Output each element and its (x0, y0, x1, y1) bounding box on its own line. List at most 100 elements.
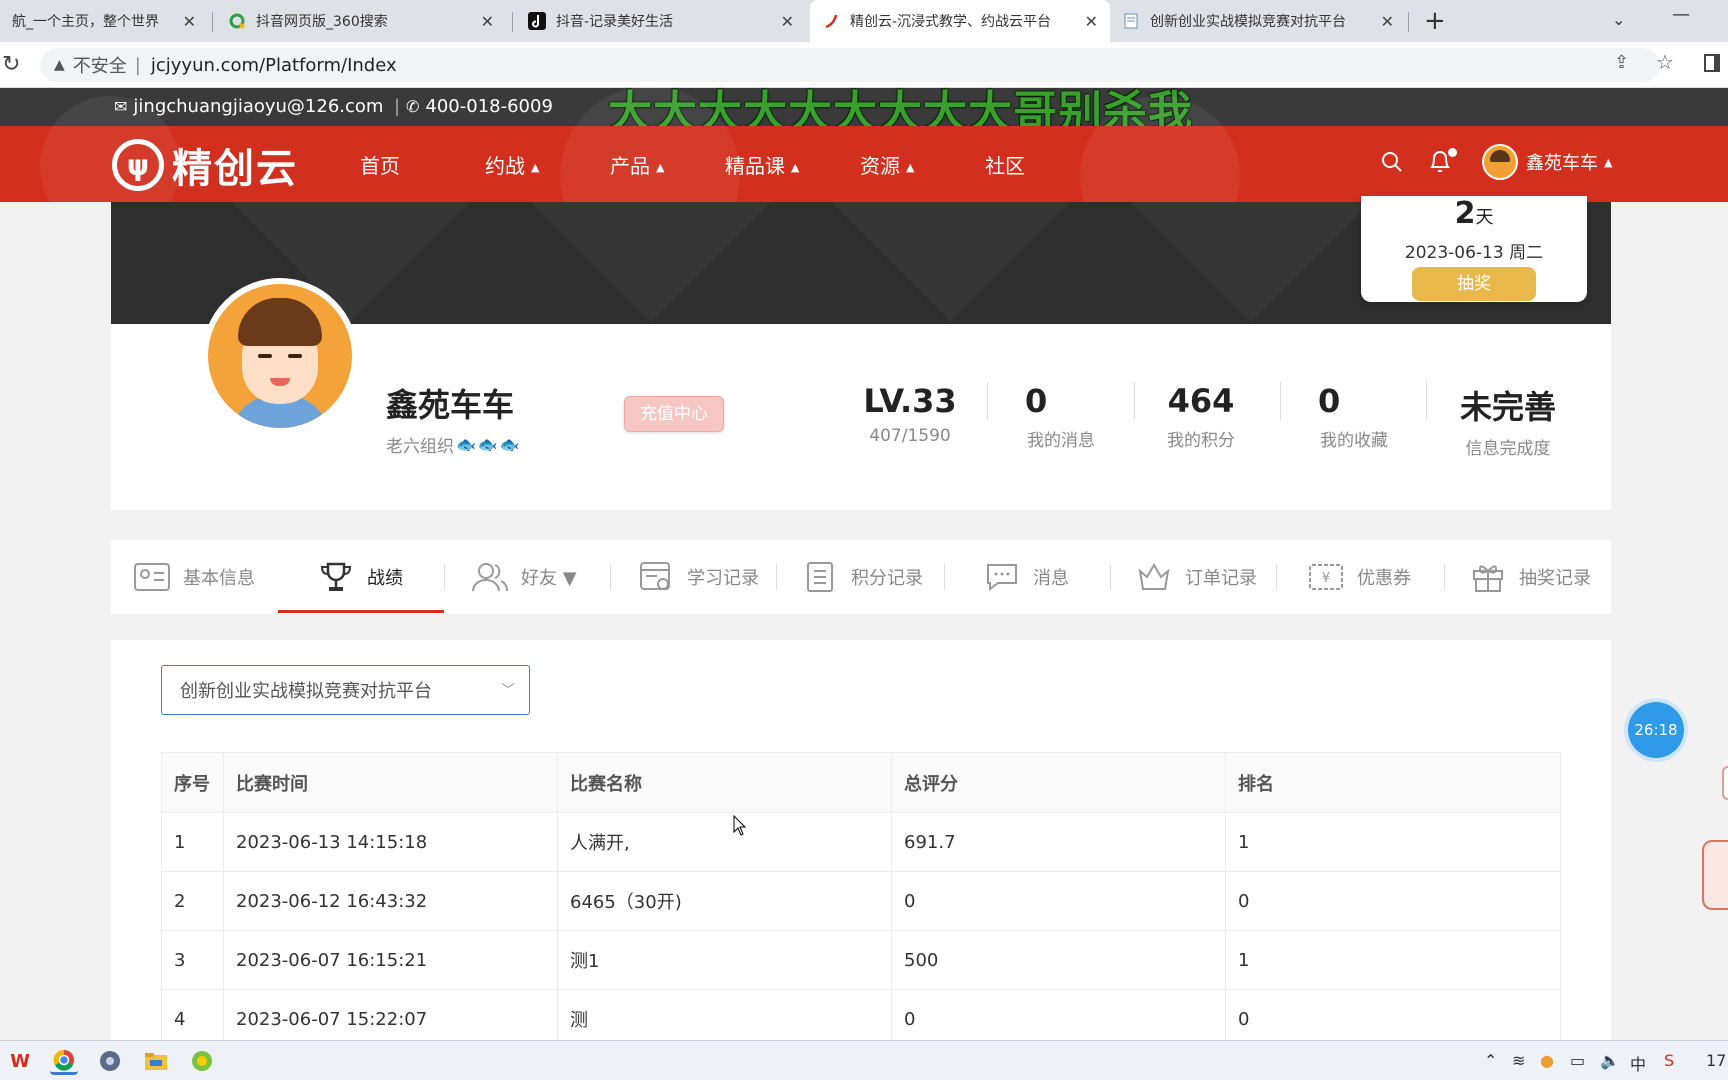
tab-search-dropdown-icon[interactable]: ⌄ (1612, 10, 1625, 29)
stat-divider (987, 382, 988, 420)
battery-icon[interactable]: ▭ (1570, 1051, 1585, 1070)
tab-coupons[interactable]: ¥ 优惠券 (1307, 540, 1411, 614)
chrome-icon[interactable] (50, 1047, 78, 1075)
input-method-icon[interactable]: 中 (1630, 1051, 1646, 1075)
table-header-row: 序号 比赛时间 比赛名称 总评分 排名 (161, 752, 1561, 813)
reload-icon[interactable]: ↻ (2, 52, 20, 77)
sogou-icon[interactable]: S (1664, 1051, 1674, 1070)
profile-avatar[interactable] (202, 278, 358, 434)
platform-select[interactable]: 创新创业实战模拟竞赛对抗平台 ﹀ (161, 665, 530, 715)
fish-badge-icon: 🐟 (477, 435, 498, 454)
banner-pattern (1131, 202, 1371, 322)
tab-lottery-record[interactable]: 抽奖记录 (1469, 540, 1591, 614)
tab-divider (212, 12, 213, 32)
fish-badge-icon: 🐟 (499, 435, 520, 454)
nav-home[interactable]: 首页 (360, 150, 400, 179)
table-row[interactable]: 3 2023-06-07 16:15:21 测1 500 1 (161, 930, 1561, 990)
browser-tab-2[interactable]: 抖音网页版_360搜索 ✕ (216, 0, 506, 42)
wifi-icon[interactable]: ≋ (1512, 1051, 1525, 1070)
caret-up-icon: ▲ (656, 161, 665, 174)
browser-tab-4[interactable]: 精创云-沉浸式教学、约战云平台 ✕ (810, 0, 1110, 42)
tab-battle-record[interactable]: 战绩 (317, 540, 403, 614)
tab-divider (1110, 564, 1111, 590)
tab-study-record[interactable]: 学习记录 (637, 540, 759, 614)
col-rank-header: 排名 (1225, 752, 1561, 813)
window-minimize-icon[interactable]: — (1672, 4, 1690, 25)
order-icon (1135, 560, 1173, 594)
tab-divider (1408, 12, 1409, 32)
search-360-icon (228, 12, 246, 30)
contact-separator: | (394, 96, 401, 117)
col-time-header: 比赛时间 (223, 752, 558, 813)
wps-icon[interactable]: W (6, 1047, 34, 1075)
nav-community[interactable]: 社区 (985, 150, 1025, 179)
tab-divider (1444, 564, 1445, 590)
close-tab-icon[interactable]: ✕ (1085, 12, 1098, 31)
site-logo[interactable]: ψ 精创云 (112, 136, 298, 194)
tab-friends[interactable]: 好友 ▼ (471, 540, 577, 614)
caret-up-icon: ▲ (791, 161, 800, 174)
nav-battle[interactable]: 约战 ▲ (485, 150, 539, 179)
sign-in-days: 2天 (1454, 196, 1494, 231)
media-player-icon[interactable] (96, 1047, 124, 1075)
close-tab-icon[interactable]: ✕ (183, 12, 196, 31)
close-tab-icon[interactable]: ✕ (1381, 12, 1394, 31)
bookmark-star-icon[interactable]: ☆ (1656, 50, 1674, 74)
share-icon[interactable]: ⇪ (1614, 52, 1629, 73)
stat-points[interactable]: 464 我的积分 (1131, 382, 1271, 451)
jingchuangyun-favicon (822, 12, 840, 30)
points-record-icon (801, 560, 839, 594)
stat-favorites[interactable]: 0 我的收藏 (1284, 382, 1424, 451)
douyin-icon (528, 12, 546, 30)
profile-tabs: 基本信息 战绩 好友 ▼ 学习记录 积分记录 消息 订单记录 ¥ 优惠券 抽奖记… (111, 540, 1611, 614)
stat-divider (1426, 382, 1427, 420)
friends-icon (471, 560, 509, 594)
table-row[interactable]: 1 2023-06-13 14:15:18 人满开, 691.7 1 (161, 812, 1561, 872)
stat-level: LV.33 407/1590 (863, 382, 957, 446)
nav-resources[interactable]: 资源 ▲ (860, 150, 914, 179)
tab-orders[interactable]: 订单记录 (1135, 540, 1257, 614)
battle-record-table: 序号 比赛时间 比赛名称 总评分 排名 1 2023-06-13 14:15:18… (161, 752, 1561, 1049)
browser-tab-5[interactable]: 创新创业实战模拟竞赛对抗平台 ✕ (1110, 0, 1406, 42)
lottery-button[interactable]: 抽奖 (1412, 267, 1536, 301)
side-widget-tab[interactable] (1722, 766, 1728, 800)
clock[interactable]: 17 (1706, 1051, 1726, 1070)
active-tab-indicator (278, 610, 444, 613)
stat-completion[interactable]: 未完善 信息完成度 (1438, 382, 1578, 459)
tray-app-icon[interactable]: ● (1540, 1051, 1554, 1070)
warning-icon[interactable]: ▲ (54, 57, 65, 73)
tab-messages[interactable]: 消息 (983, 540, 1069, 614)
table-row[interactable]: 2 2023-06-12 16:43:32 6465（30开) 0 0 (161, 871, 1561, 931)
trophy-icon (317, 560, 355, 594)
search-icon[interactable] (1380, 150, 1404, 180)
avatar (1482, 144, 1518, 180)
close-tab-icon[interactable]: ✕ (781, 12, 794, 31)
mouse-cursor-icon (733, 815, 747, 836)
caret-up-icon: ▲ (1604, 155, 1613, 169)
logo-mark-icon: ψ (112, 139, 164, 191)
tab-basic-info[interactable]: 基本信息 (133, 540, 255, 614)
tab-divider (610, 564, 611, 590)
new-tab-button[interactable]: + (1424, 6, 1446, 36)
gift-icon (1469, 560, 1507, 594)
recharge-button[interactable]: 充值中心 (624, 396, 724, 432)
tab-points-record[interactable]: 积分记录 (801, 540, 923, 614)
profile-username: 鑫苑车车 (386, 386, 515, 424)
nav-products[interactable]: 产品 ▲ (610, 150, 664, 179)
user-menu[interactable]: 鑫苑车车 ▲ (1482, 144, 1612, 180)
id-card-icon (133, 560, 171, 594)
floating-timer[interactable]: 26:18 (1628, 702, 1684, 758)
stat-messages[interactable]: 0 我的消息 (991, 382, 1131, 451)
side-panel-icon[interactable] (1704, 54, 1720, 72)
close-tab-icon[interactable]: ✕ (481, 12, 494, 31)
side-widget-panel[interactable] (1702, 840, 1728, 910)
volume-icon[interactable]: 🔈 (1600, 1051, 1620, 1070)
file-explorer-icon[interactable] (142, 1047, 170, 1075)
browser-tab-1[interactable]: 航_一个主页，整个世界 ✕ (0, 0, 208, 42)
nav-courses[interactable]: 精品课 ▲ (725, 150, 799, 179)
app-icon[interactable] (188, 1047, 216, 1075)
browser-tab-3[interactable]: 抖音-记录美好生活 ✕ (516, 0, 806, 42)
calendar-date: 2023-06-13 周二 (1404, 243, 1544, 263)
chevron-up-icon[interactable]: ⌃ (1484, 1051, 1497, 1070)
main-nav: ψ 精创云 首页 约战 ▲ 产品 ▲ 精品课 ▲ 资源 ▲ 社区 鑫苑车车 ▲ (0, 86, 1728, 266)
